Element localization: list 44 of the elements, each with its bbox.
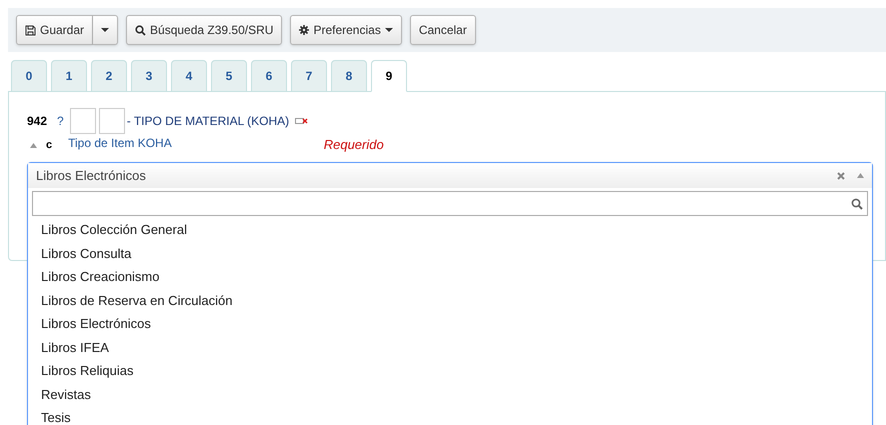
field-title: - TIPO DE MATERIAL (KOHA): [126, 113, 290, 130]
dropdown-option[interactable]: Tesis: [32, 406, 872, 425]
dropdown-option[interactable]: Libros Colección General: [32, 218, 872, 242]
tab[interactable]: 8: [331, 60, 367, 92]
tab[interactable]: 3: [131, 60, 167, 92]
tab[interactable]: 9: [371, 60, 407, 92]
tab[interactable]: 5: [211, 60, 247, 92]
preferences-button[interactable]: Preferencias: [290, 15, 402, 45]
tab[interactable]: 1: [51, 60, 87, 92]
required-label: Requerido: [324, 136, 384, 154]
tab[interactable]: 6: [251, 60, 287, 92]
clear-icon[interactable]: [837, 172, 845, 180]
indicator-field[interactable]: [98, 108, 125, 134]
dropdown-option[interactable]: Revistas: [32, 382, 872, 406]
search-field[interactable]: [32, 191, 868, 216]
save-button[interactable]: Guardar: [16, 15, 94, 45]
dropdown-option[interactable]: Libros de Reserva en Circulación: [32, 288, 872, 312]
select-value: Libros Electrónicos: [36, 166, 147, 185]
delete-field-icon[interactable]: [295, 116, 310, 126]
tab[interactable]: 7: [291, 60, 327, 92]
help-link[interactable]: ?: [57, 112, 64, 130]
collapse-arrow-icon[interactable]: [857, 173, 864, 178]
tab[interactable]: 0: [11, 60, 47, 92]
field-tag: 942: [27, 112, 48, 130]
gear-icon: [299, 25, 310, 35]
collapse-arrow-icon[interactable]: [30, 142, 37, 148]
dropdown-option[interactable]: Libros Reliquias: [32, 359, 872, 382]
tab[interactable]: 4: [171, 60, 207, 92]
select-box[interactable]: Libros Electrónicos: [28, 163, 872, 188]
caret-icon: [384, 28, 393, 32]
dropdown-option[interactable]: Libros Creacionismo: [32, 265, 872, 288]
subfield-label: Tipo de Item KOHA: [68, 135, 172, 152]
caret-icon: [101, 28, 110, 32]
search-icon: [135, 24, 146, 36]
search-icon: [851, 198, 863, 210]
dropdown-option[interactable]: Libros IFEA: [32, 336, 872, 359]
save-options-button[interactable]: [93, 15, 118, 45]
subfield-code: c: [46, 138, 52, 153]
indicator-field[interactable]: [70, 108, 96, 134]
dropdown-option[interactable]: Libros Electrónicos: [32, 312, 872, 336]
tab[interactable]: 2: [91, 60, 127, 92]
search-button[interactable]: Búsqueda Z39.50/SRU: [126, 15, 282, 45]
dropdown-option[interactable]: Libros Consulta: [32, 242, 872, 265]
cancel-button[interactable]: Cancelar: [410, 15, 476, 45]
